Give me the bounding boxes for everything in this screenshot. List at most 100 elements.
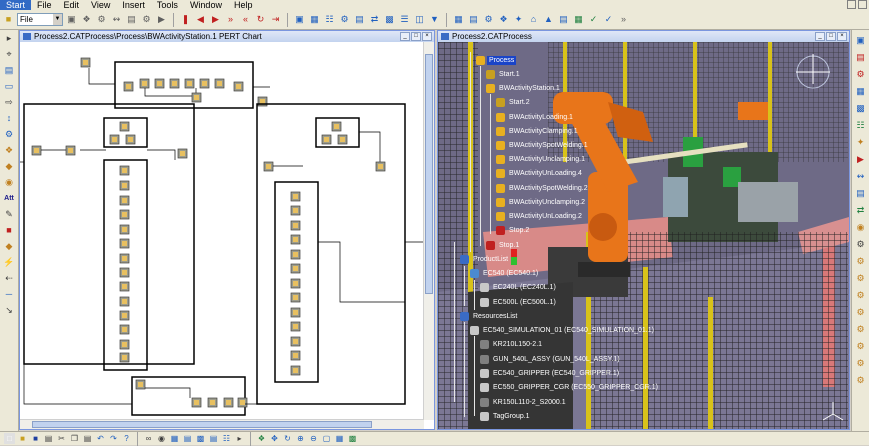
pan-icon[interactable]: ✥ <box>269 433 280 444</box>
pert-chart-window[interactable]: Process2.CATProcess\Process\BWActivitySt… <box>19 30 435 430</box>
rotate-icon[interactable]: ↻ <box>282 433 293 444</box>
gear-icon[interactable]: ⚙ <box>854 357 867 370</box>
stack-icon[interactable]: ▤ <box>2 64 16 77</box>
fast-forward-icon[interactable]: » <box>224 13 237 26</box>
scroll-thumb[interactable] <box>32 421 372 428</box>
check-icon[interactable]: ✓ <box>587 13 600 26</box>
snap-icon[interactable]: ⌖ <box>2 48 16 61</box>
tree-node[interactable]: Stop.2 <box>496 226 531 235</box>
step-back-icon[interactable]: ◀ <box>194 13 207 26</box>
resource-icon[interactable]: ▤ <box>125 13 138 26</box>
select-icon[interactable]: ▸ <box>2 32 16 45</box>
glasses-icon[interactable]: ∞ <box>143 433 154 444</box>
tree-node[interactable]: Start.1 <box>486 70 522 79</box>
graph-icon[interactable]: ▦ <box>572 13 585 26</box>
tree-node[interactable]: BWActivityStation.1 <box>486 84 562 93</box>
activity-icon[interactable]: ▣ <box>65 13 78 26</box>
load-icon[interactable]: ▦ <box>854 85 867 98</box>
new-process-icon[interactable]: ▣ <box>854 34 867 47</box>
tree-node[interactable]: BWActivityLoading.1 <box>496 113 575 122</box>
bolt-icon[interactable]: ⚡ <box>2 256 16 269</box>
view-mode-icon[interactable]: ▦ <box>334 433 345 444</box>
config-icon[interactable]: ⚙ <box>854 238 867 251</box>
pin-icon[interactable]: ▲ <box>542 13 555 26</box>
timeline-icon[interactable]: ▤ <box>467 13 480 26</box>
tree-node[interactable]: TagGroup.1 <box>480 412 532 421</box>
minimize-icon[interactable]: _ <box>815 32 825 41</box>
zoom-out-icon[interactable]: ⊖ <box>308 433 319 444</box>
tree-node[interactable]: BWActivitySpotWelding.2 <box>496 184 590 193</box>
link-icon[interactable]: ↭ <box>110 13 123 26</box>
gear-icon[interactable]: ⚙ <box>338 13 351 26</box>
tree-node[interactable]: BWActivityUnLoading.2 <box>496 212 584 221</box>
menu-help[interactable]: Help <box>228 0 259 10</box>
tree-node[interactable]: GUN_540L_ASSY (GUN_540L_ASSY.1) <box>480 355 622 364</box>
table-icon[interactable]: ▤ <box>182 433 193 444</box>
walk-icon[interactable]: ⇨ <box>2 96 16 109</box>
open-folder-icon[interactable]: ■ <box>2 13 15 26</box>
select-icon[interactable]: ▸ <box>234 433 245 444</box>
tree-icon[interactable]: ☷ <box>221 433 232 444</box>
resource-icon[interactable]: ⚙ <box>854 68 867 81</box>
tree-node[interactable]: Start.2 <box>496 98 532 107</box>
chart-icon[interactable]: ▩ <box>383 13 396 26</box>
calendar-icon[interactable]: ▦ <box>452 13 465 26</box>
rewind-icon[interactable]: « <box>239 13 252 26</box>
tree-node[interactable]: KR150L110-2_S2000.1 <box>480 398 568 407</box>
3d-viewport[interactable]: Process Start.1 BWActivityStation.1 Start.2… <box>438 42 849 429</box>
menu-file[interactable]: File <box>31 0 58 10</box>
gear-icon[interactable]: ⚙ <box>854 255 867 268</box>
weld-icon[interactable]: ✦ <box>512 13 525 26</box>
gear-icon[interactable]: ⚙ <box>854 374 867 387</box>
close-icon[interactable]: × <box>837 32 847 41</box>
forward-icon[interactable]: ▶ <box>209 13 222 26</box>
fit-all-icon[interactable]: ❖ <box>256 433 267 444</box>
tree-icon[interactable]: ☷ <box>854 119 867 132</box>
pencil-icon[interactable]: ✎ <box>2 208 16 221</box>
link-icon[interactable]: ↭ <box>854 170 867 183</box>
pert-window-titlebar[interactable]: Process2.CATProcess\Process\BWActivitySt… <box>20 31 434 42</box>
maximize-icon[interactable]: □ <box>826 32 836 41</box>
robot-arm-icon[interactable]: ⚙ <box>2 128 16 141</box>
paint-icon[interactable]: ■ <box>2 224 16 237</box>
tree-node[interactable]: Process <box>476 56 517 65</box>
validate-icon[interactable]: ✓ <box>602 13 615 26</box>
compare-icon[interactable]: ◫ <box>413 13 426 26</box>
help-icon[interactable]: ? <box>121 433 132 444</box>
close-icon[interactable]: × <box>422 32 432 41</box>
app-close-button[interactable] <box>858 0 867 9</box>
maximize-icon[interactable]: □ <box>411 32 421 41</box>
layers-icon[interactable]: ▤ <box>208 433 219 444</box>
tree-node[interactable]: EC240L (EC240L.1) <box>480 283 558 292</box>
path-icon[interactable]: ❖ <box>2 144 16 157</box>
compass-icon[interactable]: ◉ <box>156 433 167 444</box>
list-icon[interactable]: ☰ <box>398 13 411 26</box>
home-icon[interactable]: ⌂ <box>527 13 540 26</box>
save-icon[interactable]: ■ <box>30 433 41 444</box>
gantt-icon[interactable]: ▤ <box>854 187 867 200</box>
robot-icon[interactable]: ⚙ <box>482 13 495 26</box>
file-combo[interactable]: File ▼ <box>17 13 63 26</box>
simulation-window[interactable]: Process2.CATProcess _ □ × Process Start.… <box>437 30 850 430</box>
shading-icon[interactable]: ▩ <box>347 433 358 444</box>
tree-node[interactable]: BWActivityUnclamping.1 <box>496 155 587 164</box>
attribute-icon[interactable]: Att <box>2 192 16 205</box>
spec-tree[interactable]: Process Start.1 BWActivityStation.1 Start.2… <box>438 42 658 429</box>
insert-activity-icon[interactable]: ▣ <box>293 13 306 26</box>
tree-node[interactable]: ResourcesList <box>460 312 519 321</box>
grid-icon[interactable]: ▦ <box>308 13 321 26</box>
tree-node[interactable]: BWActivityUnLoading.4 <box>496 169 584 178</box>
tree-node[interactable]: BWActivityClamping.1 <box>496 127 580 136</box>
target-icon[interactable]: ◉ <box>2 176 16 189</box>
menu-start[interactable]: Start <box>0 0 32 10</box>
menu-insert[interactable]: Insert <box>116 0 151 10</box>
tag-icon[interactable]: ◆ <box>2 240 16 253</box>
tree-icon[interactable]: ☷ <box>323 13 336 26</box>
tree-node[interactable]: ProductList <box>460 255 510 264</box>
zoom-in-icon[interactable]: ⊕ <box>295 433 306 444</box>
attach-icon[interactable]: ▶ <box>155 13 168 26</box>
tree-node[interactable]: EC540 (EC540.1) <box>470 269 540 278</box>
pause-icon[interactable]: ❚ <box>179 13 192 26</box>
menu-edit[interactable]: Edit <box>58 0 86 10</box>
print-icon[interactable]: ▤ <box>43 433 54 444</box>
